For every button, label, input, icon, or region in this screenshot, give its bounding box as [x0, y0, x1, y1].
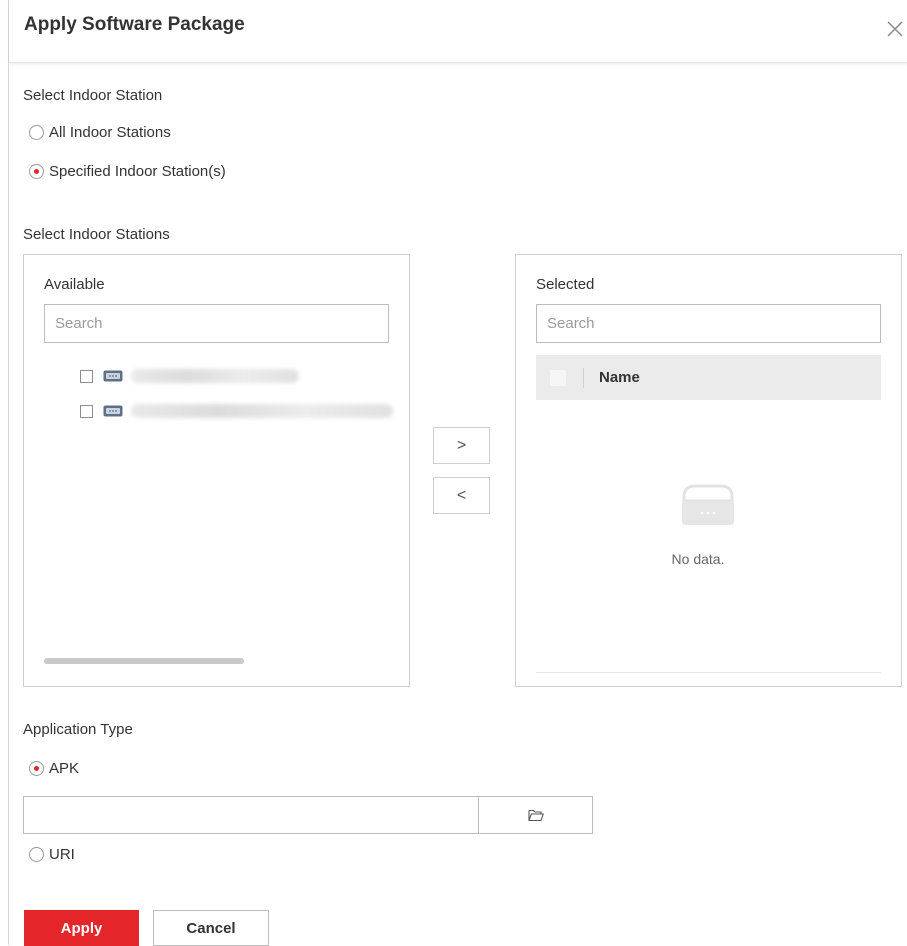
station-checkbox[interactable]	[80, 369, 93, 383]
divider	[536, 672, 881, 673]
apply-button[interactable]: Apply	[24, 910, 139, 946]
select-indoor-station-label: Select Indoor Station	[23, 87, 163, 104]
radio-circle	[29, 125, 44, 140]
empty-state-text: No data.	[671, 551, 725, 567]
dialog-title: Apply Software Package	[24, 14, 245, 35]
apply-software-package-dialog: Apply Software Package Select Indoor Sta…	[8, 0, 907, 946]
selected-label: Selected	[536, 276, 595, 293]
available-panel: Available	[23, 254, 410, 687]
move-right-button[interactable]: >	[433, 427, 490, 464]
radio-circle-checked	[29, 164, 44, 179]
tree-item-station-1[interactable]	[80, 369, 299, 383]
selected-panel: Selected Name No data.	[515, 254, 902, 687]
dialog-header: Apply Software Package	[9, 0, 907, 63]
apk-file-path-input[interactable]	[23, 796, 478, 834]
station-name-blurred	[131, 369, 299, 383]
browse-file-button[interactable]	[478, 796, 593, 834]
select-indoor-stations-label: Select Indoor Stations	[23, 226, 170, 243]
folder-open-icon	[527, 809, 544, 821]
application-type-label: Application Type	[23, 721, 133, 738]
radio-circle	[29, 847, 44, 862]
available-label: Available	[44, 276, 105, 293]
move-left-button[interactable]: <	[433, 477, 490, 514]
radio-specified-indoor-stations[interactable]: Specified Indoor Station(s)	[29, 163, 226, 180]
radio-label: Specified Indoor Station(s)	[49, 163, 226, 180]
radio-uri[interactable]: URI	[29, 846, 75, 863]
selected-search-input[interactable]	[536, 304, 881, 343]
cancel-button[interactable]: Cancel	[153, 910, 269, 946]
radio-apk[interactable]: APK	[29, 760, 79, 777]
available-search-input[interactable]	[44, 304, 389, 343]
selected-table-header: Name	[536, 355, 881, 400]
close-icon[interactable]	[884, 18, 906, 40]
column-header-name[interactable]: Name	[599, 369, 640, 386]
radio-label: URI	[49, 846, 75, 863]
indoor-station-icon	[103, 405, 123, 417]
indoor-station-icon	[103, 370, 123, 382]
column-divider	[583, 368, 584, 388]
horizontal-scrollbar[interactable]	[44, 658, 244, 664]
station-name-blurred	[131, 404, 393, 418]
radio-label: APK	[49, 760, 80, 777]
radio-all-indoor-stations[interactable]: All Indoor Stations	[29, 124, 171, 141]
select-all-checkbox[interactable]	[550, 370, 566, 386]
tree-item-station-2[interactable]	[80, 404, 393, 418]
empty-box-icon	[682, 484, 734, 525]
station-checkbox[interactable]	[80, 404, 93, 418]
radio-label: All Indoor Stations	[49, 124, 171, 141]
radio-circle-checked	[29, 761, 44, 776]
